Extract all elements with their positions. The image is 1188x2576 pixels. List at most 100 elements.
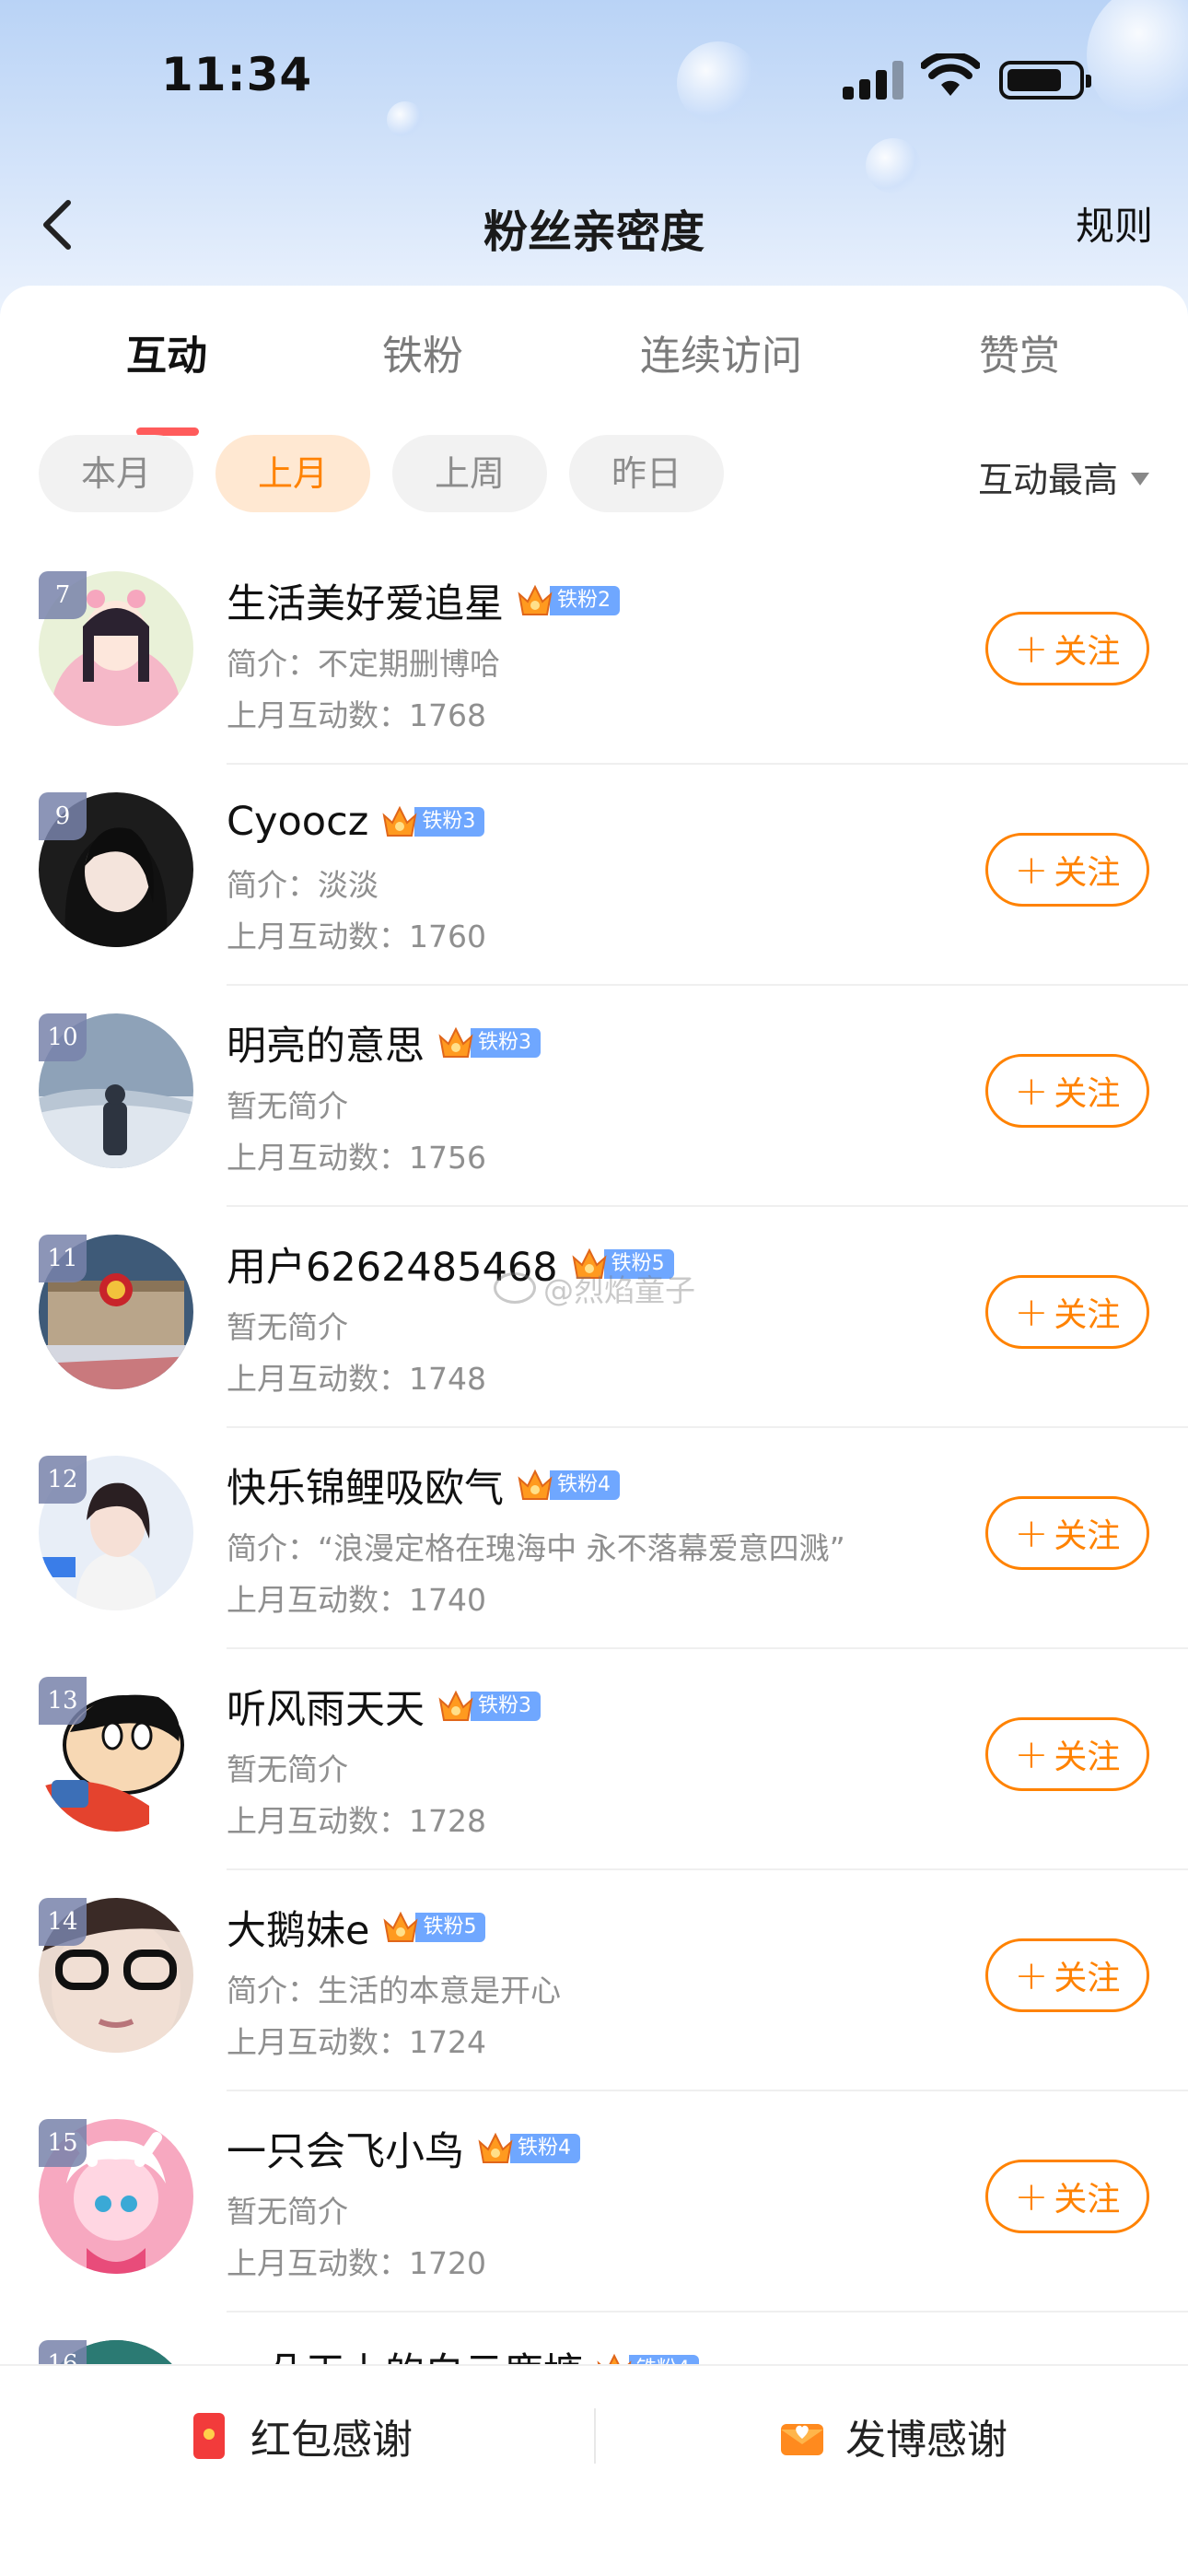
follow-button[interactable]: + 关注 [985,833,1149,907]
iron-fan-badge: 铁粉3 [437,1025,541,1060]
battery-icon [999,61,1091,100]
redpack-thanks-button[interactable]: 红包感谢 [193,2403,413,2469]
rank-badge: 13 [39,1677,87,1725]
username[interactable]: 一只会飞小鸟 [227,2120,464,2177]
plus-icon: + [1014,1067,1049,1115]
name-line: 听风雨天天 铁粉3 [227,1679,541,1734]
username[interactable]: 快乐锦鲤吸欧气 [227,1457,504,1514]
triangle-down-icon [1131,472,1149,486]
username[interactable]: 听风雨天天 [227,1678,425,1735]
bottom-action-bar: 红包感谢 发博感谢 [0,2364,1188,2576]
user-bio: 简介：不定期删博哈 [227,646,500,682]
list-item[interactable]: 15 一只会飞小鸟 铁粉4 暂无简介 上月互动数：1720 + 关注 [0,2091,1188,2313]
iron-fan-badge: 铁粉4 [517,1468,620,1503]
tab-tips[interactable]: 赞赏 [979,322,1060,381]
filter-yesterday[interactable]: 昨日 [569,435,724,512]
plus-icon: + [1014,1288,1049,1336]
crown-icon [383,1911,418,1942]
follow-button[interactable]: + 关注 [985,1717,1149,1791]
iron-fan-badge: 铁粉3 [437,1689,541,1724]
post-thanks-button[interactable]: 发博感谢 [779,2403,1007,2469]
follow-button[interactable]: + 关注 [985,1496,1149,1570]
user-bio: 简介：“浪漫定格在瑰海中 永不落幕爱意四溅” [227,1530,845,1566]
plus-icon: + [1014,1951,1049,1999]
interaction-count: 上月互动数：1748 [227,1361,486,1397]
user-bio: 暂无简介 [227,1751,348,1787]
nav-bar: 粉丝亲密度 规则 [0,175,1188,276]
interaction-count: 上月互动数：1756 [227,1140,486,1176]
list-item[interactable]: 11 用户6262485468 铁粉5 暂无简介 上月互动数：1748 + 关注 [0,1207,1188,1428]
list-item[interactable]: 13 听风雨天天 铁粉3 暂无简介 上月互动数：1728 + 关注 [0,1649,1188,1870]
follow-button[interactable]: + 关注 [985,1054,1149,1128]
status-bar: 11:34 [0,0,1188,157]
interaction-count: 上月互动数：1724 [227,2024,486,2060]
plus-icon: + [1014,1509,1049,1557]
iron-fan-badge: 铁粉2 [517,583,620,618]
list-item[interactable]: 7 生活美好爱追星 铁粉2 简介：不定期删博哈 上月互动数：1768 + 关注 [0,544,1188,765]
filter-this-month[interactable]: 本月 [39,435,193,512]
rules-button[interactable]: 规则 [1076,195,1153,252]
tab-bar: 互动 铁粉 连续访问 赞赏 [0,322,1188,436]
filter-last-month[interactable]: 上月 [215,435,370,512]
name-line: 快乐锦鲤吸欧气 铁粉4 [227,1458,620,1513]
crown-icon [438,1690,473,1721]
sort-label: 互动最高 [977,460,1118,500]
filter-last-week[interactable]: 上周 [392,435,547,512]
tab-interaction[interactable]: 互动 [126,322,207,381]
wifi-icon [921,53,980,96]
rank-badge: 15 [39,2119,87,2167]
list-item[interactable]: 10 明亮的意思 铁粉3 暂无简介 上月互动数：1756 + 关注 [0,986,1188,1207]
status-time: 11:34 [161,48,313,101]
interaction-count: 上月互动数：1728 [227,1803,486,1839]
iron-fan-badge: 铁粉3 [381,804,485,839]
user-bio: 暂无简介 [227,2194,348,2230]
name-line: 大鹅妹e 铁粉5 [227,1899,486,1956]
plus-icon: + [1014,846,1049,894]
username[interactable]: 明亮的意思 [227,1014,425,1071]
name-line: 一只会飞小鸟 铁粉4 [227,2121,580,2176]
interaction-count: 上月互动数：1768 [227,697,486,733]
name-line: 明亮的意思 铁粉3 [227,1015,541,1071]
username[interactable]: Cyoocz [227,799,368,845]
follow-button[interactable]: + 关注 [985,1275,1149,1349]
post-thanks-label: 发博感谢 [845,2417,1007,2464]
rank-badge: 7 [39,571,87,619]
crown-icon [382,805,417,837]
sort-dropdown[interactable]: 互动最高 [978,451,1149,502]
list-item[interactable]: 14 大鹅妹e 铁粉5 简介：生活的本意是开心 上月互动数：1724 + 关注 [0,1870,1188,2091]
envelope-heart-icon [781,2424,823,2455]
list-item[interactable]: 12 快乐锦鲤吸欧气 铁粉4 简介：“浪漫定格在瑰海中 永不落幕爱意四溅” 上月… [0,1428,1188,1649]
name-line: Cyoocz 铁粉3 [227,794,485,849]
interaction-count: 上月互动数：1740 [227,1582,486,1618]
follow-button[interactable]: + 关注 [985,2160,1149,2233]
user-bio: 暂无简介 [227,1088,348,1124]
user-bio: 简介：生活的本意是开心 [227,1973,561,2008]
divider [594,2408,596,2464]
weibo-logo-icon [494,1272,536,1304]
crown-icon [518,1469,553,1500]
iron-fan-badge: 铁粉5 [382,1910,486,1945]
cellular-signal-icon [843,61,903,100]
list-item[interactable]: 9 Cyoocz 铁粉3 简介：淡淡 上月互动数：1760 + 关注 [0,765,1188,986]
time-filter-bar: 本月 上月 上周 昨日 互动最高 [0,435,1188,514]
tab-iron-fans[interactable]: 铁粉 [382,322,463,381]
iron-fan-badge: 铁粉4 [477,2131,580,2166]
follow-button[interactable]: + 关注 [985,1938,1149,2012]
redpack-thanks-label: 红包感谢 [250,2417,413,2464]
plus-icon: + [1014,1730,1049,1778]
plus-icon: + [1014,2172,1049,2220]
rank-badge: 9 [39,792,87,840]
rank-badge: 11 [39,1235,87,1282]
rank-badge: 10 [39,1013,87,1061]
follow-button[interactable]: + 关注 [985,612,1149,685]
watermark: @烈焰童子 [494,1266,695,1310]
crown-icon [438,1026,473,1058]
content-sheet: 互动 铁粉 连续访问 赞赏 本月 上月 上周 昨日 互动最高 7 生活美好爱追星 [0,286,1188,2576]
crown-icon [518,584,553,615]
rank-badge: 14 [39,1898,87,1946]
red-envelope-icon [193,2413,225,2459]
name-line: 生活美好爱追星 铁粉2 [227,573,620,628]
tab-continuous-visits[interactable]: 连续访问 [640,322,802,381]
username[interactable]: 生活美好爱追星 [227,572,504,629]
username[interactable]: 大鹅妹e [227,1899,369,1956]
